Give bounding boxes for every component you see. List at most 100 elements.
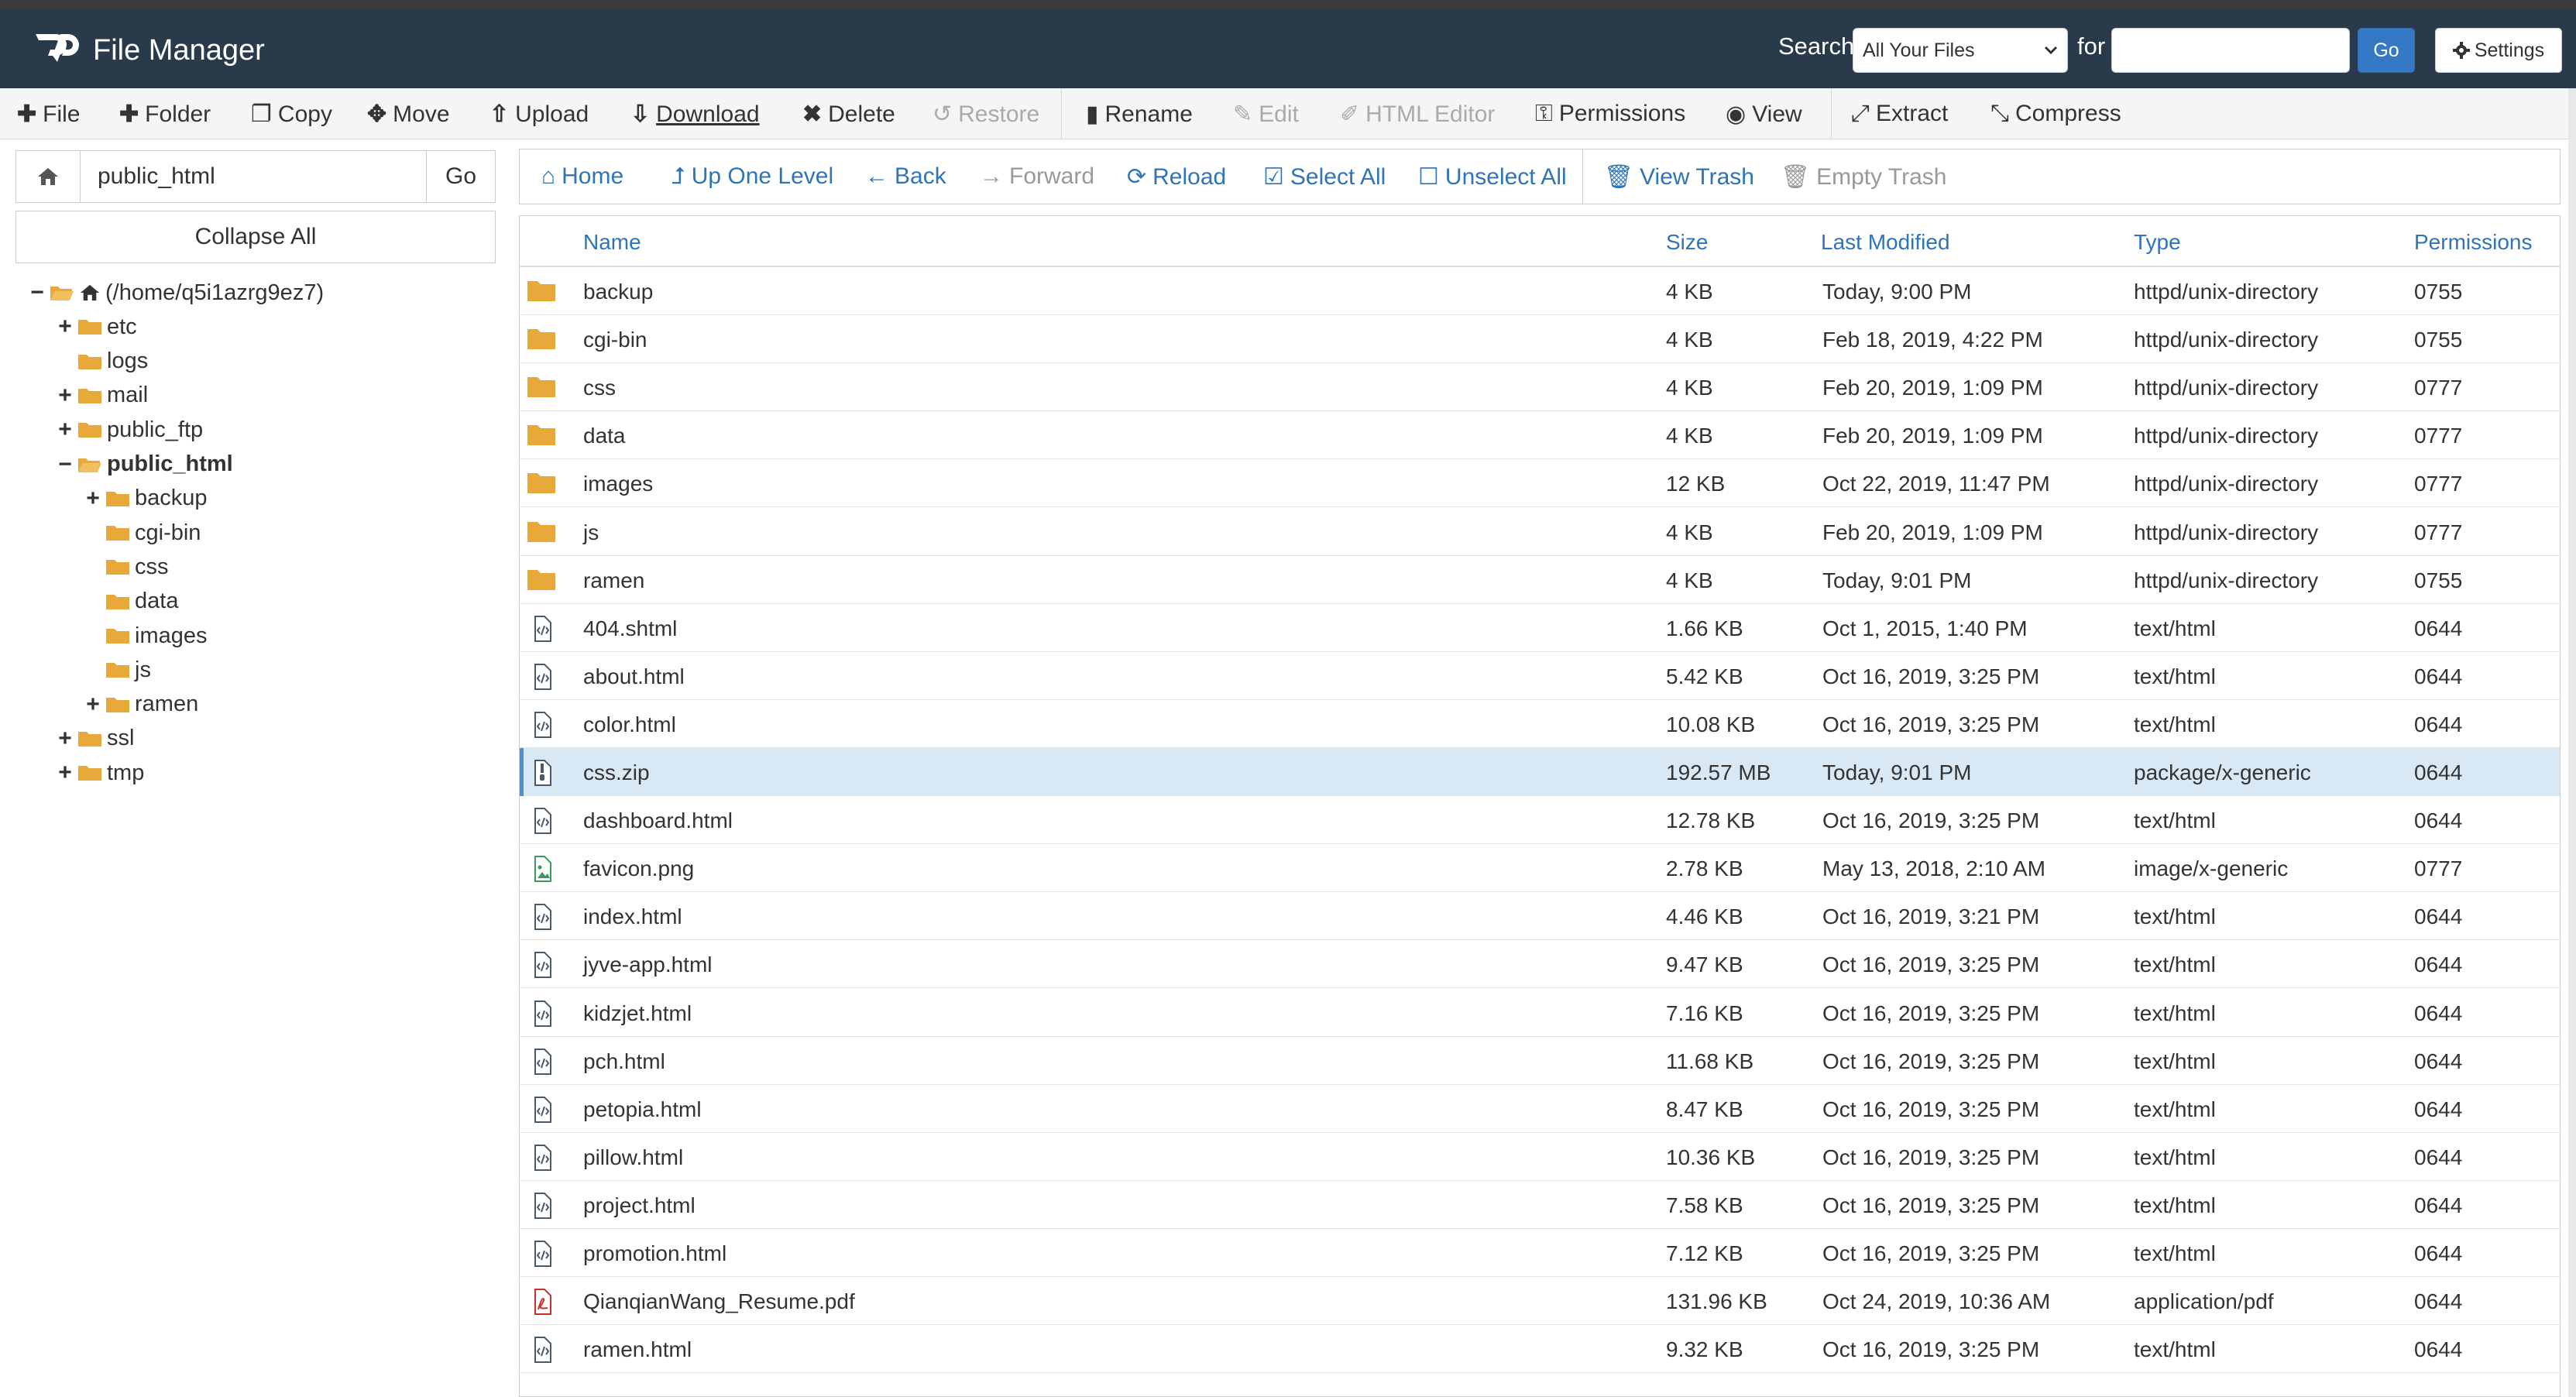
tree-item[interactable]: images [84,619,208,653]
expand-toggle-icon[interactable]: + [56,417,74,443]
rename-button[interactable]: ▮ Rename [1086,101,1193,128]
table-row[interactable]: kidzjet.html 7.16 KB Oct 16, 2019, 3:25 PM… [520,989,2560,1037]
column-header-type[interactable]: Type [2134,230,2181,255]
column-header-last-modified[interactable]: Last Modified [1821,230,1950,255]
expand-toggle-icon[interactable]: + [56,726,74,752]
delete-button[interactable]: ✖ Delete [802,101,895,128]
path-home-button[interactable] [16,151,81,202]
table-row[interactable]: favicon.png 2.78 KB May 13, 2018, 2:10 AM i… [520,844,2560,893]
table-row[interactable]: ramen.html 9.32 KB Oct 16, 2019, 3:25 PM te… [520,1325,2560,1374]
table-row[interactable]: pch.html 11.68 KB Oct 16, 2019, 3:25 PM tex… [520,1037,2560,1085]
tree-item[interactable]: logs [56,345,148,379]
copy-button[interactable]: ❐ Copy [251,101,332,128]
extract-button[interactable]: ⤢ Extract [1851,101,1948,127]
table-row[interactable]: promotion.html 7.12 KB Oct 16, 2019, 3:25 … [520,1229,2560,1277]
table-row[interactable]: project.html 7.58 KB Oct 16, 2019, 3:25 PM… [520,1181,2560,1229]
tree-item-label: (/home/q5i1azrg9ez7) [105,280,325,305]
tree-item[interactable]: data [84,585,178,619]
tree-item[interactable]: + mail [56,379,148,413]
file-name: pch.html [583,1049,665,1073]
download-button[interactable]: ⇩ Download [630,101,760,128]
table-row[interactable]: images 12 KB Oct 22, 2019, 11:47 PM httpd/u… [520,459,2560,508]
table-row[interactable]: 404.shtml 1.66 KB Oct 1, 2015, 1:40 PM text… [520,604,2560,652]
table-row[interactable]: js 4 KB Feb 20, 2019, 1:09 PM httpd/unix-di… [520,508,2560,556]
table-row[interactable]: color.html 10.08 KB Oct 16, 2019, 3:25 PM t… [520,700,2560,748]
file-permissions: 0644 [2414,904,2463,929]
cpanel-logo-icon[interactable] [29,25,81,70]
tree-item[interactable]: − (/home/q5i1azrg9ez7) [28,276,324,310]
collapse-all-button[interactable]: Collapse All [15,211,496,263]
tree-item[interactable]: + backup [84,482,207,516]
upload-button[interactable]: ⇧ Upload [489,101,589,128]
table-row[interactable]: css.zip 192.57 MB Today, 9:01 PM package/x-… [520,748,2560,796]
search-go-button[interactable]: Go [2358,28,2415,73]
html-editor-button[interactable]: ✐ HTML Editor [1340,101,1495,128]
path-go-button[interactable]: Go [427,151,495,202]
view-trash-button[interactable]: 🗑︎ View Trash [1604,163,1754,190]
column-header-name[interactable]: Name [583,230,641,255]
expand-toggle-icon[interactable]: + [56,314,74,340]
file-name: project.html [583,1193,696,1217]
move-button[interactable]: ✥ Move [367,101,450,128]
table-row[interactable]: data 4 KB Feb 20, 2019, 1:09 PM httpd/unix-… [520,411,2560,460]
table-row[interactable]: cgi-bin 4 KB Feb 18, 2019, 4:22 PM httpd/un… [520,315,2560,364]
expand-toggle-icon[interactable]: + [56,760,74,786]
tree-item[interactable]: cgi-bin [84,516,201,550]
back-button[interactable]: ← Back [865,163,946,190]
tree-item[interactable]: js [84,653,151,687]
forward-button[interactable]: → Forward [980,163,1094,190]
compress-button[interactable]: ⤡ Compress [1990,101,2121,127]
tree-item[interactable]: + ramen [84,688,198,722]
tree-item-label: public_ftp [107,417,204,442]
app-header: File Manager Search All Your Files for G… [0,9,2576,88]
expand-toggle-icon[interactable]: + [84,692,102,718]
file-size: 4 KB [1666,520,1713,544]
file-permissions: 0644 [2414,616,2463,640]
tree-item[interactable]: + tmp [56,756,144,790]
table-row[interactable]: index.html 4.46 KB Oct 16, 2019, 3:21 PM te… [520,892,2560,941]
row-icon [526,422,557,451]
file-permissions: 0644 [2414,1097,2463,1121]
toolbar-label: Upload [515,101,589,127]
home-button[interactable]: ⌂ Home [541,163,623,190]
reload-button[interactable]: ⟳ Reload [1127,163,1226,190]
expand-toggle-icon[interactable]: + [84,486,102,512]
expand-icon: ⤢ [1851,101,1870,126]
table-row[interactable]: backup 4 KB Today, 9:00 PM httpd/unix-direc… [520,267,2560,315]
window-scrollbar[interactable] [2568,88,2576,1397]
empty-trash-button[interactable]: 🗑︎ Empty Trash [1781,163,1946,190]
tree-item[interactable]: + etc [56,310,136,344]
folder-icon [78,354,101,369]
edit-button[interactable]: ✎ Edit [1233,101,1299,128]
file-permissions: 0644 [2414,1001,2463,1025]
path-input[interactable]: public_html [81,151,427,202]
column-header-size[interactable]: Size [1666,230,1708,255]
tree-item[interactable]: + public_ftp [56,413,203,447]
table-row[interactable]: dashboard.html 12.78 KB Oct 16, 2019, 3:25… [520,796,2560,845]
up-one-level-button[interactable]: ⮥ Up One Level [671,163,833,190]
new-folder-button[interactable]: ✚ Folder [119,101,211,128]
column-header-permissions[interactable]: Permissions [2414,230,2532,255]
tree-item[interactable]: css [84,550,169,584]
tree-item[interactable]: + ssl [56,722,134,756]
table-row[interactable]: about.html 5.42 KB Oct 16, 2019, 3:25 PM te… [520,652,2560,700]
table-row[interactable]: jyve-app.html 9.47 KB Oct 16, 2019, 3:25 P… [520,940,2560,989]
view-button[interactable]: ◉ View [1726,101,1802,128]
restore-button[interactable]: ↺ Restore [933,101,1039,128]
table-row[interactable]: petopia.html 8.47 KB Oct 16, 2019, 3:25 PM… [520,1085,2560,1133]
collapse-toggle-icon[interactable]: − [28,280,46,306]
select-all-button[interactable]: ☑ Select All [1263,163,1386,190]
permissions-button[interactable]: ⚿ Permissions [1535,101,1685,127]
collapse-toggle-icon[interactable]: − [56,451,74,478]
new-file-button[interactable]: ✚ File [17,101,80,128]
search-scope-select[interactable]: All Your Files [1853,28,2068,73]
table-row[interactable]: QianqianWang_Resume.pdf 131.96 KB Oct 24, … [520,1277,2560,1326]
table-row[interactable]: css 4 KB Feb 20, 2019, 1:09 PM httpd/unix-d… [520,363,2560,412]
table-row[interactable]: pillow.html 10.36 KB Oct 16, 2019, 3:25 PM… [520,1133,2560,1181]
expand-toggle-icon[interactable]: + [56,383,74,409]
table-row[interactable]: ramen 4 KB Today, 9:01 PM httpd/unix-direct… [520,556,2560,604]
search-input[interactable] [2111,28,2350,73]
tree-item[interactable]: − public_html [56,448,233,482]
unselect-all-button[interactable]: ☐ Unselect All [1418,163,1567,190]
settings-button[interactable]: Settings [2435,28,2562,73]
